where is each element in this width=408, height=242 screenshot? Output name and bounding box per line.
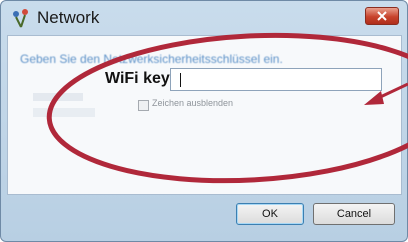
- hide-characters-checkbox[interactable]: [138, 100, 149, 111]
- ok-button[interactable]: OK: [236, 203, 304, 225]
- title-bar[interactable]: Network: [1, 1, 407, 35]
- hide-characters-label[interactable]: Zeichen ausblenden: [152, 98, 233, 108]
- network-icon: [12, 8, 30, 28]
- cancel-button[interactable]: Cancel: [313, 203, 395, 225]
- dialog-content: Geben Sie den Netzwerksicherheitsschlüss…: [7, 35, 402, 195]
- close-button[interactable]: [365, 7, 399, 25]
- text-cursor: [180, 73, 181, 87]
- close-icon: [377, 11, 387, 21]
- wifi-key-label: WiFi key:: [105, 70, 176, 87]
- faded-text-block: [33, 108, 95, 117]
- instruction-text: Geben Sie den Netzwerksicherheitsschlüss…: [20, 52, 283, 66]
- faded-text-block: [33, 93, 83, 101]
- network-dialog: Network Geben Sie den Netzwerksicherheit…: [0, 0, 408, 242]
- dialog-title: Network: [37, 8, 100, 27]
- wifi-key-input[interactable]: [170, 68, 382, 91]
